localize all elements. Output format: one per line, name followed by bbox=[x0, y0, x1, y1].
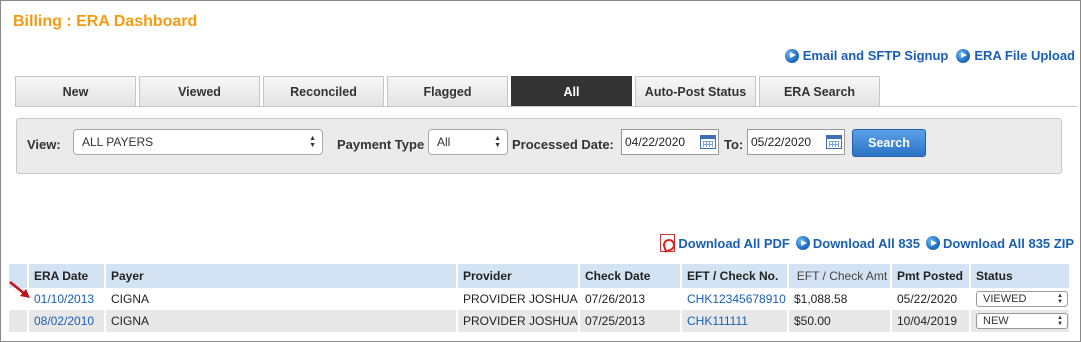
status-cell: NEW ▲ ▼ bbox=[970, 310, 1071, 332]
check-no-link[interactable]: CHK12345678910 bbox=[687, 292, 786, 306]
tab-era-search[interactable]: ERA Search bbox=[759, 76, 880, 106]
calendar-icon[interactable] bbox=[700, 135, 716, 149]
era-date-link[interactable]: 08/02/2010 bbox=[34, 314, 94, 328]
search-button[interactable]: Search bbox=[852, 129, 926, 157]
era-table: ERA Date Payer Provider Check Date EFT /… bbox=[9, 264, 1071, 332]
calendar-icon[interactable] bbox=[826, 135, 842, 149]
payer-cell: CIGNA bbox=[105, 288, 458, 310]
annotation-arrow-icon bbox=[9, 281, 30, 298]
tab-new[interactable]: New bbox=[15, 76, 136, 106]
era-date-cell[interactable]: 01/10/2013 bbox=[28, 288, 106, 310]
table-row[interactable]: 01/10/2013 CIGNA PROVIDER JOSHUA 07/26/2… bbox=[9, 288, 1071, 310]
check-date-cell: 07/25/2013 bbox=[579, 310, 682, 332]
check-no-cell[interactable]: CHK12345678910 bbox=[681, 288, 789, 310]
payer-cell: CIGNA bbox=[105, 310, 458, 332]
select-arrows-icon: ▲ ▼ bbox=[494, 135, 501, 149]
check-no-cell[interactable]: CHK111111 bbox=[681, 310, 789, 332]
header-status[interactable]: Status bbox=[970, 264, 1071, 288]
era-date-cell[interactable]: 08/02/2010 bbox=[28, 310, 106, 332]
header-era-date[interactable]: ERA Date bbox=[28, 264, 106, 288]
header-pmt-posted[interactable]: Pmt Posted bbox=[891, 264, 971, 288]
header-provider[interactable]: Provider bbox=[457, 264, 580, 288]
download-links: Download All PDF Download All 835 Downlo… bbox=[660, 234, 1074, 252]
era-date-link[interactable]: 01/10/2013 bbox=[34, 292, 94, 306]
check-no-link[interactable]: CHK111111 bbox=[687, 314, 748, 328]
download-all-835-zip-link[interactable]: Download All 835 ZIP bbox=[943, 236, 1074, 251]
top-links: Email and SFTP Signup ERA File Upload bbox=[784, 48, 1075, 63]
provider-cell: PROVIDER JOSHUA bbox=[457, 288, 580, 310]
payment-type-select[interactable]: All ▲ ▼ bbox=[428, 129, 508, 155]
status-value: NEW bbox=[983, 315, 1009, 327]
select-arrows-icon: ▲ ▼ bbox=[1057, 315, 1063, 327]
amount-cell: $1,088.58 bbox=[788, 288, 892, 310]
tab-viewed[interactable]: Viewed bbox=[139, 76, 260, 106]
play-circle-icon bbox=[956, 48, 971, 63]
download-all-pdf-link[interactable]: Download All PDF bbox=[678, 236, 789, 251]
header-check-date[interactable]: Check Date bbox=[579, 264, 682, 288]
view-select[interactable]: ALL PAYERS ▲ ▼ bbox=[73, 129, 323, 155]
header-check-no[interactable]: EFT / Check No. bbox=[681, 264, 789, 288]
tab-flagged[interactable]: Flagged bbox=[387, 76, 508, 106]
amount-cell: $50.00 bbox=[788, 310, 892, 332]
status-select[interactable]: NEW ▲ ▼ bbox=[976, 313, 1068, 329]
filter-bar: View: ALL PAYERS ▲ ▼ Payment Type All ▲ ▼ … bbox=[16, 118, 1062, 174]
page-title: Billing : ERA Dashboard bbox=[13, 13, 198, 30]
status-cell: VIEWED ▲ ▼ bbox=[970, 288, 1071, 310]
download-all-835-link[interactable]: Download All 835 bbox=[813, 236, 920, 251]
row-spacer bbox=[9, 310, 29, 332]
provider-cell: PROVIDER JOSHUA bbox=[457, 310, 580, 332]
check-date-cell: 07/26/2013 bbox=[579, 288, 682, 310]
play-circle-icon bbox=[795, 236, 810, 250]
pdf-icon bbox=[660, 234, 676, 252]
header-check-amt[interactable]: EFT / Check Amt bbox=[788, 264, 892, 288]
payment-type-value: All bbox=[437, 135, 451, 149]
tab-reconciled[interactable]: Reconciled bbox=[263, 76, 384, 106]
era-file-upload-link[interactable]: ERA File Upload bbox=[974, 48, 1075, 63]
table-header-row: ERA Date Payer Provider Check Date EFT /… bbox=[9, 264, 1071, 288]
play-circle-icon bbox=[784, 48, 799, 63]
header-payer[interactable]: Payer bbox=[105, 264, 458, 288]
payment-type-label: Payment Type bbox=[337, 137, 425, 152]
status-value: VIEWED bbox=[983, 293, 1027, 305]
email-sftp-signup-link[interactable]: Email and SFTP Signup bbox=[803, 48, 949, 63]
select-arrows-icon: ▲ ▼ bbox=[1057, 293, 1063, 305]
select-arrows-icon: ▲ ▼ bbox=[309, 135, 316, 149]
play-circle-icon bbox=[926, 236, 941, 250]
pmt-posted-cell: 10/04/2019 bbox=[891, 310, 971, 332]
to-label: To: bbox=[724, 137, 744, 152]
pmt-posted-cell: 05/22/2020 bbox=[891, 288, 971, 310]
tab-auto-post-status[interactable]: Auto-Post Status bbox=[635, 76, 756, 106]
tab-divider bbox=[15, 106, 1077, 107]
view-select-value: ALL PAYERS bbox=[82, 135, 154, 149]
table-row[interactable]: 08/02/2010 CIGNA PROVIDER JOSHUA 07/25/2… bbox=[9, 310, 1071, 332]
view-label: View: bbox=[27, 137, 61, 152]
status-select[interactable]: VIEWED ▲ ▼ bbox=[976, 291, 1068, 307]
processed-date-label: Processed Date: bbox=[512, 137, 614, 152]
tab-all[interactable]: All bbox=[511, 76, 632, 106]
tab-bar: New Viewed Reconciled Flagged All Auto-P… bbox=[15, 76, 880, 107]
